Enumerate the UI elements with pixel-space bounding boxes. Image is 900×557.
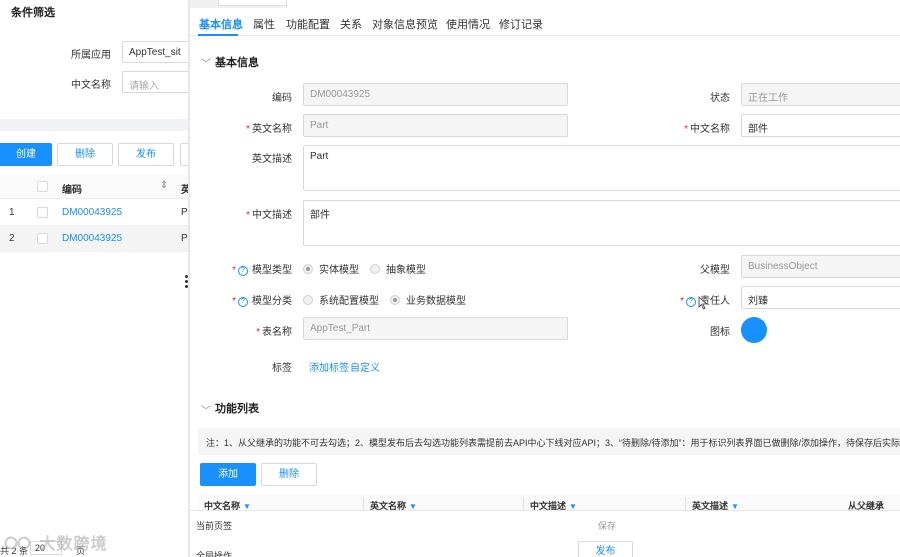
top-tab-strip [190, 0, 900, 8]
row-index: 1 [9, 207, 15, 218]
model-icon[interactable] [741, 317, 767, 343]
add-tag-link[interactable]: 添加标签 [309, 359, 349, 374]
drag-handle-icon[interactable] [185, 275, 189, 291]
parent-model-field[interactable]: BusinessObject [741, 255, 900, 278]
row-code-link[interactable]: DM00043925 [62, 233, 122, 244]
cn-name-input[interactable]: 请输入 [122, 71, 192, 93]
tab-revisions[interactable]: 修订记录 [499, 16, 543, 32]
current-page-label: 当前页签 [196, 521, 233, 531]
model-type-label: *? 模型类型 [232, 265, 292, 276]
section-basic-title: 基本信息 [215, 57, 259, 69]
top-tab[interactable] [218, 0, 288, 6]
table-name-label: * 表名称 [256, 327, 292, 338]
add-feature-button[interactable]: 添加 [200, 463, 256, 486]
table-header: 编码 ⇕ 英 [0, 175, 191, 199]
global-ops-label: 全局操作 [196, 551, 233, 557]
detail-tabs: 基本信息 属性 功能配置 关系 对象信息预览 使用情况 修订记录 [190, 12, 900, 36]
en-name-field[interactable]: Part [303, 114, 568, 137]
cn-desc-textarea[interactable]: 部件 [303, 200, 900, 246]
section-features-title: 功能列表 [215, 403, 259, 415]
code-label: 编码 [272, 93, 292, 104]
filter-separator [0, 119, 188, 131]
row-next: P [181, 207, 188, 218]
table-row[interactable]: 2 DM00043925 P [0, 226, 188, 252]
delete-button[interactable]: 删除 [57, 143, 113, 166]
app-label: 所属应用 [71, 50, 111, 61]
cn-name-label: 中文名称 [71, 80, 111, 91]
left-panel: 条件筛选 所属应用 AppTest_sit 中文名称 请输入 创建 删除 发布 … [0, 0, 192, 557]
parent-model-label: 父模型 [700, 265, 730, 276]
help-icon: ? [686, 297, 696, 307]
col-code[interactable]: 编码 [62, 181, 82, 196]
tab-feature-config[interactable]: 功能配置 [286, 16, 330, 32]
collapse-chevron-icon[interactable]: ﹀ [201, 55, 211, 70]
custom-tag-link[interactable]: 自定义 [350, 359, 380, 374]
row-code-link[interactable]: DM00043925 [62, 207, 122, 218]
publish-button[interactable]: 发布 [118, 143, 174, 166]
cn-name-label: * 中文名称 [684, 124, 730, 135]
features-note: 注：1、从父继承的功能不可去勾选；2、模型发布后去勾选功能列表需提前去API中心… [198, 428, 900, 455]
detail-panel: 基本信息 属性 功能配置 关系 对象信息预览 使用情况 修订记录 ﹀ 基本信息 … [190, 0, 900, 557]
tab-usage[interactable]: 使用情况 [446, 16, 490, 32]
row-checkbox[interactable] [37, 207, 48, 218]
row-index: 2 [9, 233, 15, 244]
mouse-cursor-icon [698, 296, 708, 310]
watermark-logo-icon [4, 536, 31, 550]
table-row[interactable]: 1 DM00043925 P [0, 200, 188, 226]
tab-object-preview[interactable]: 对象信息预览 [372, 16, 438, 32]
radio-system-config-model[interactable]: 系统配置模型 [303, 292, 379, 307]
row-next: P [181, 233, 188, 244]
en-desc-label: 英文描述 [252, 154, 292, 165]
en-desc-textarea[interactable]: Part [303, 145, 900, 191]
code-field[interactable]: DM00043925 [303, 83, 568, 106]
status-field[interactable]: 正在工作 [741, 83, 900, 106]
tag-label: 标签 [272, 363, 292, 374]
cn-name-field[interactable]: 部件 [741, 114, 900, 137]
help-icon: ? [238, 297, 248, 307]
row-checkbox[interactable] [37, 233, 48, 244]
en-name-label: * 英文名称 [246, 124, 292, 135]
collapse-chevron-icon[interactable]: ﹀ [201, 402, 211, 417]
help-icon: ? [238, 266, 248, 276]
owner-label: *? 责任人 [680, 296, 730, 307]
tab-basic-info[interactable]: 基本信息 [199, 16, 243, 32]
sort-icon[interactable]: ⇕ [160, 180, 168, 191]
icon-label: 图标 [710, 327, 730, 338]
global-publish-button[interactable]: 发布 [578, 541, 633, 557]
filter-row-cn-name: 中文名称 请输入 [0, 71, 192, 93]
radio-entity-model[interactable]: 实体模型 [303, 261, 359, 276]
cn-desc-label: * 中文描述 [246, 210, 292, 221]
status-label: 状态 [710, 93, 730, 104]
filter-title: 条件筛选 [11, 7, 55, 19]
model-category-label: *? 模型分类 [232, 296, 292, 307]
radio-business-data-model[interactable]: 业务数据模型 [390, 292, 466, 307]
owner-field[interactable]: 刘臻 [741, 286, 900, 309]
create-button[interactable]: 创建 [0, 143, 52, 166]
radio-abstract-model[interactable]: 抽象模型 [370, 261, 426, 276]
tab-relations[interactable]: 关系 [340, 16, 362, 32]
select-all-checkbox[interactable] [37, 181, 48, 192]
active-tab-indicator [198, 34, 238, 36]
bottom-action-bar: 当前页签 保存 全局操作 发布 [190, 510, 900, 557]
table-name-field[interactable]: AppTest_Part [303, 317, 568, 340]
save-button[interactable]: 保存 [598, 519, 616, 532]
app-select[interactable]: AppTest_sit [122, 41, 192, 63]
filter-row-app: 所属应用 AppTest_sit [0, 41, 192, 63]
watermark-logo: 大数跨境 [4, 530, 107, 554]
tab-attributes[interactable]: 属性 [253, 16, 275, 32]
delete-feature-button[interactable]: 删除 [261, 463, 317, 486]
